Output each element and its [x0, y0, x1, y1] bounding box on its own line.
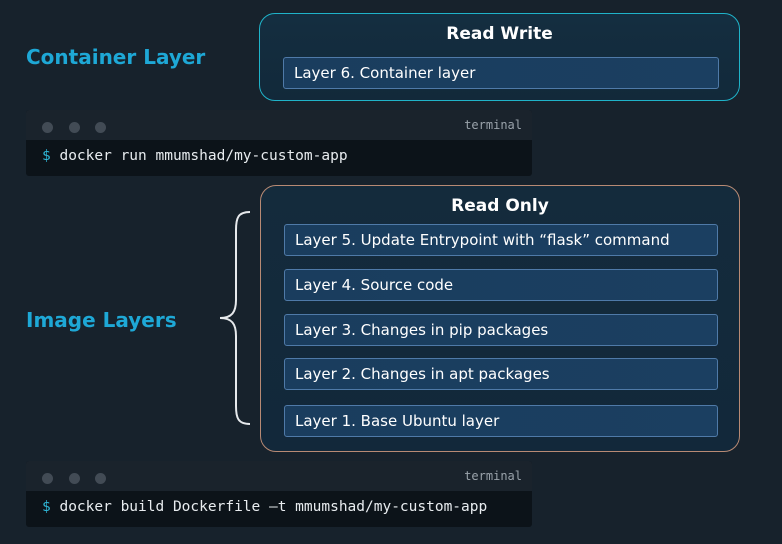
window-dot-icon [42, 473, 53, 484]
terminal-title: terminal [464, 118, 522, 132]
window-dot-icon [69, 122, 80, 133]
terminal-build: terminal $ docker build Dockerfile –t mm… [26, 461, 532, 527]
window-dot-icon [95, 473, 106, 484]
command-text: docker build Dockerfile –t mmumshad/my-c… [59, 499, 488, 515]
terminal-run: terminal $ docker run mmumshad/my-custom… [26, 110, 532, 176]
layer-5-entrypoint: Layer 5. Update Entrypoint with “flask” … [284, 224, 718, 256]
terminal-command-line: $ docker build Dockerfile –t mmumshad/my… [42, 499, 487, 515]
command-text: docker run mmumshad/my-custom-app [59, 148, 348, 164]
terminal-command-line: $ docker run mmumshad/my-custom-app [42, 148, 348, 164]
curly-brace-icon [219, 211, 251, 425]
read-only-title: Read Only [451, 196, 549, 216]
image-layers-label: Image Layers [26, 308, 177, 332]
layer-3-pip-packages: Layer 3. Changes in pip packages [284, 314, 718, 346]
read-write-title: Read Write [446, 24, 553, 44]
prompt-symbol: $ [42, 148, 51, 164]
terminal-title: terminal [464, 469, 522, 483]
layer-2-apt-packages: Layer 2. Changes in apt packages [284, 358, 718, 390]
layer-1-base-ubuntu: Layer 1. Base Ubuntu layer [284, 405, 718, 437]
read-only-panel: Read Only Layer 5. Update Entrypoint wit… [260, 185, 740, 452]
read-write-panel: Read Write Layer 6. Container layer [259, 13, 740, 101]
terminal-title-bar: terminal [26, 110, 532, 140]
window-dot-icon [42, 122, 53, 133]
prompt-symbol: $ [42, 499, 51, 515]
terminal-title-bar: terminal [26, 461, 532, 491]
layer-4-source-code: Layer 4. Source code [284, 269, 718, 301]
container-layer-label: Container Layer [26, 45, 206, 69]
window-dot-icon [69, 473, 80, 484]
layer-6-container-layer: Layer 6. Container layer [283, 57, 719, 89]
window-dot-icon [95, 122, 106, 133]
